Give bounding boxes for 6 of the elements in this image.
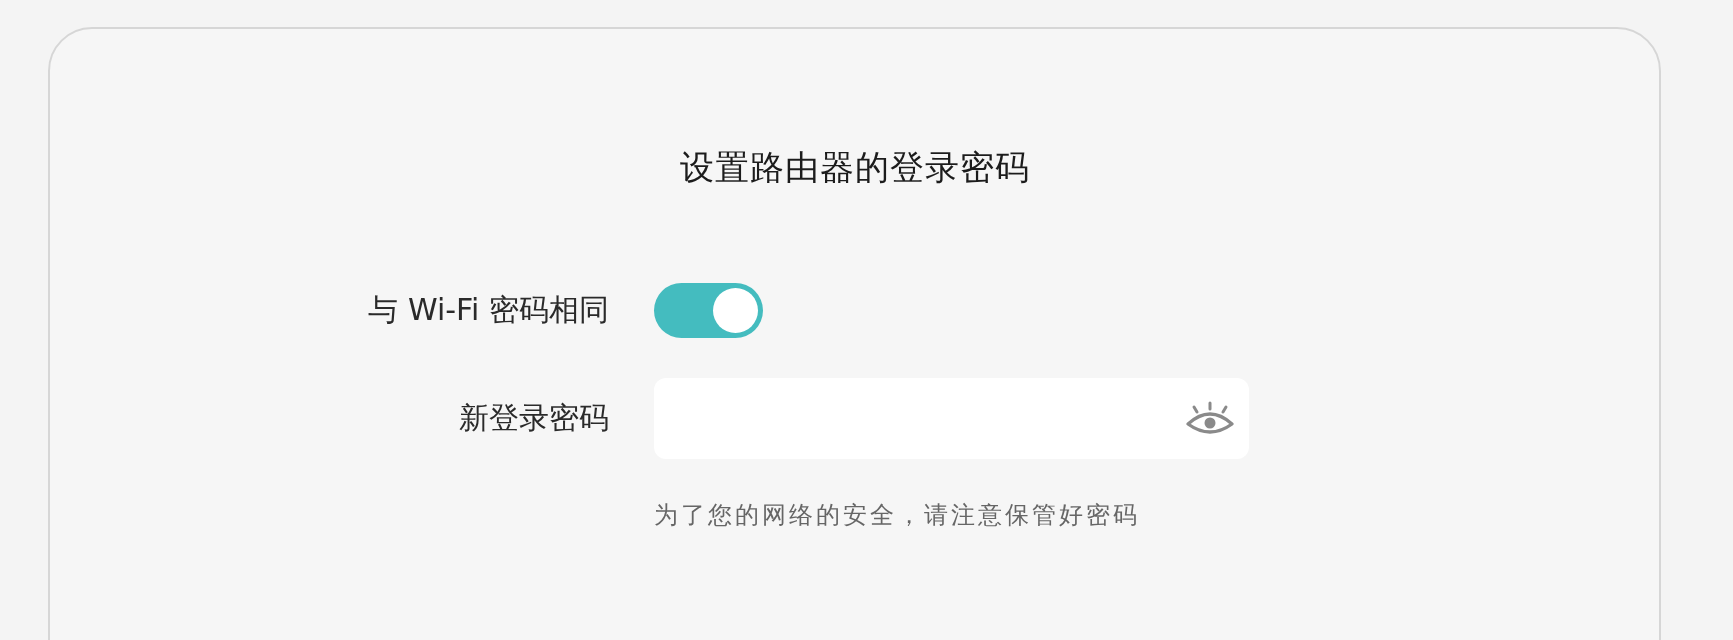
field-label: 与 Wi-Fi 密码相同 (368, 291, 609, 329)
password-field[interactable] (654, 378, 1249, 459)
page-title: 设置路由器的登录密码 (679, 146, 1030, 189)
toggle-switch[interactable] (654, 283, 763, 338)
hint-text: 为了您的网络的安全，请注意保管好密码 (654, 500, 1141, 531)
field-label: 新登录密码 (459, 399, 609, 437)
